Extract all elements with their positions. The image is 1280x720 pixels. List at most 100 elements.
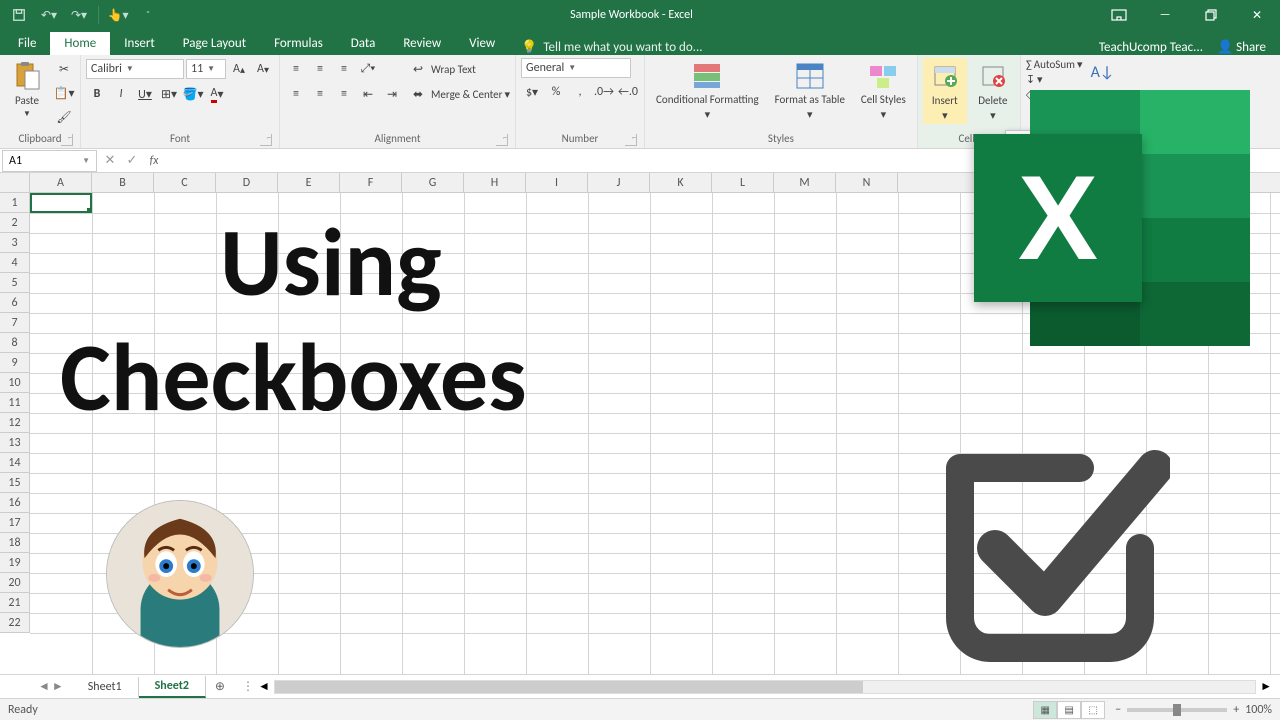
zoom-out-icon[interactable]: − (1115, 703, 1121, 717)
zoom-slider[interactable] (1127, 708, 1227, 712)
view-page-layout-icon[interactable]: ▤ (1057, 701, 1081, 719)
row-header[interactable]: 13 (0, 433, 29, 453)
add-sheet-button[interactable]: ⊕ (206, 676, 234, 697)
underline-button[interactable]: U▾ (134, 83, 156, 105)
tab-file[interactable]: File (4, 32, 50, 55)
increase-indent-icon[interactable]: ⇥ (381, 83, 403, 105)
row-header[interactable]: 9 (0, 353, 29, 373)
row-header[interactable]: 8 (0, 333, 29, 353)
row-header[interactable]: 10 (0, 373, 29, 393)
decrease-decimal-icon[interactable]: ←.0 (617, 81, 639, 103)
column-header[interactable]: M (774, 173, 836, 192)
enter-formula-icon[interactable]: ✓ (121, 150, 143, 172)
tab-home[interactable]: Home (50, 32, 110, 55)
number-launcher[interactable]: ⌐ (625, 134, 637, 146)
qat-customize-icon[interactable]: ⁼ (135, 3, 161, 27)
decrease-font-icon[interactable]: A▾ (252, 58, 274, 80)
column-header[interactable]: E (278, 173, 340, 192)
clipboard-launcher[interactable]: ⌐ (61, 134, 73, 146)
copy-icon[interactable]: 📋▾ (53, 82, 75, 104)
view-page-break-icon[interactable]: ⬚ (1081, 701, 1105, 719)
cell-styles-button[interactable]: Cell Styles▾ (855, 58, 912, 123)
merge-center-button[interactable]: ⬌Merge & Center ▾ (407, 83, 510, 105)
sheet-nav-prev-icon[interactable]: ◄ (38, 679, 50, 694)
column-header[interactable]: B (92, 173, 154, 192)
format-painter-icon[interactable]: 🖌 (53, 106, 75, 128)
view-normal-icon[interactable]: ▦ (1033, 701, 1057, 719)
column-header[interactable]: F (340, 173, 402, 192)
align-top-icon[interactable]: ≡ (285, 58, 307, 80)
align-middle-icon[interactable]: ≡ (309, 58, 331, 80)
select-all-button[interactable] (0, 173, 30, 193)
cut-icon[interactable]: ✂ (53, 58, 75, 80)
column-header[interactable]: C (154, 173, 216, 192)
user-label[interactable]: TeachUcomp Teac... (1099, 40, 1203, 55)
align-right-icon[interactable]: ≡ (333, 83, 355, 105)
close-button[interactable]: ✕ (1234, 0, 1280, 30)
format-as-table-button[interactable]: Format as Table▾ (769, 58, 851, 123)
tell-me-search[interactable]: 💡 Tell me what you want to do... (509, 40, 714, 55)
font-color-icon[interactable]: A▾ (206, 83, 228, 105)
row-header[interactable]: 11 (0, 393, 29, 413)
column-header[interactable]: I (526, 173, 588, 192)
horizontal-scrollbar[interactable]: ⋮◄► (234, 679, 1280, 694)
fill-button[interactable]: ↧ ▾ (1026, 73, 1043, 86)
bold-button[interactable]: B (86, 83, 108, 105)
row-header[interactable]: 5 (0, 273, 29, 293)
row-header[interactable]: 15 (0, 473, 29, 493)
row-header[interactable]: 6 (0, 293, 29, 313)
tab-insert[interactable]: Insert (110, 32, 169, 55)
row-header[interactable]: 17 (0, 513, 29, 533)
row-header[interactable]: 7 (0, 313, 29, 333)
zoom-control[interactable]: − + 100% (1115, 703, 1272, 717)
row-header[interactable]: 20 (0, 573, 29, 593)
column-header[interactable]: L (712, 173, 774, 192)
currency-icon[interactable]: $▾ (521, 81, 543, 103)
row-header[interactable]: 12 (0, 413, 29, 433)
row-header[interactable]: 16 (0, 493, 29, 513)
minimize-button[interactable]: — (1142, 0, 1188, 30)
name-box[interactable]: A1▼ (2, 150, 97, 172)
column-header[interactable]: D (216, 173, 278, 192)
column-header[interactable]: J (588, 173, 650, 192)
column-header[interactable]: A (30, 173, 92, 192)
font-size-combo[interactable]: 11▼ (186, 59, 226, 79)
row-header[interactable]: 4 (0, 253, 29, 273)
align-center-icon[interactable]: ≡ (309, 83, 331, 105)
tab-formulas[interactable]: Formulas (260, 32, 337, 55)
row-header[interactable]: 2 (0, 213, 29, 233)
sort-filter-icon[interactable]: A↓ (1091, 61, 1113, 83)
comma-icon[interactable]: , (569, 81, 591, 103)
italic-button[interactable]: I (110, 83, 132, 105)
align-bottom-icon[interactable]: ≡ (333, 58, 355, 80)
share-button[interactable]: 👤 Share (1217, 40, 1266, 55)
column-header[interactable]: G (402, 173, 464, 192)
wrap-text-button[interactable]: ↩Wrap Text (407, 58, 510, 80)
row-header[interactable]: 19 (0, 553, 29, 573)
column-header[interactable]: N (836, 173, 898, 192)
alignment-launcher[interactable]: ⌐ (496, 134, 508, 146)
insert-cells-button[interactable]: Insert▾ (923, 58, 967, 124)
row-header[interactable]: 3 (0, 233, 29, 253)
orientation-icon[interactable]: ⤢▾ (357, 58, 379, 80)
conditional-formatting-button[interactable]: Conditional Formatting▾ (650, 58, 765, 123)
font-name-combo[interactable]: Calibri▼ (86, 59, 184, 79)
increase-decimal-icon[interactable]: .0→ (593, 81, 615, 103)
cancel-formula-icon[interactable]: ✕ (99, 150, 121, 172)
row-header[interactable]: 21 (0, 593, 29, 613)
restore-button[interactable] (1188, 0, 1234, 30)
ribbon-display-icon[interactable] (1096, 0, 1142, 30)
tab-view[interactable]: View (455, 32, 509, 55)
decrease-indent-icon[interactable]: ⇤ (357, 83, 379, 105)
paste-button[interactable]: Paste▼ (5, 58, 49, 121)
row-header[interactable]: 1 (0, 193, 29, 213)
tab-data[interactable]: Data (337, 32, 390, 55)
font-launcher[interactable]: ⌐ (260, 134, 272, 146)
column-header[interactable]: H (464, 173, 526, 192)
undo-icon[interactable]: ↶▾ (36, 3, 62, 27)
row-header[interactable]: 18 (0, 533, 29, 553)
borders-icon[interactable]: ⊞▾ (158, 83, 180, 105)
number-format-combo[interactable]: General▼ (521, 58, 631, 78)
sheet-nav-next-icon[interactable]: ► (52, 679, 64, 694)
save-icon[interactable] (6, 3, 32, 27)
